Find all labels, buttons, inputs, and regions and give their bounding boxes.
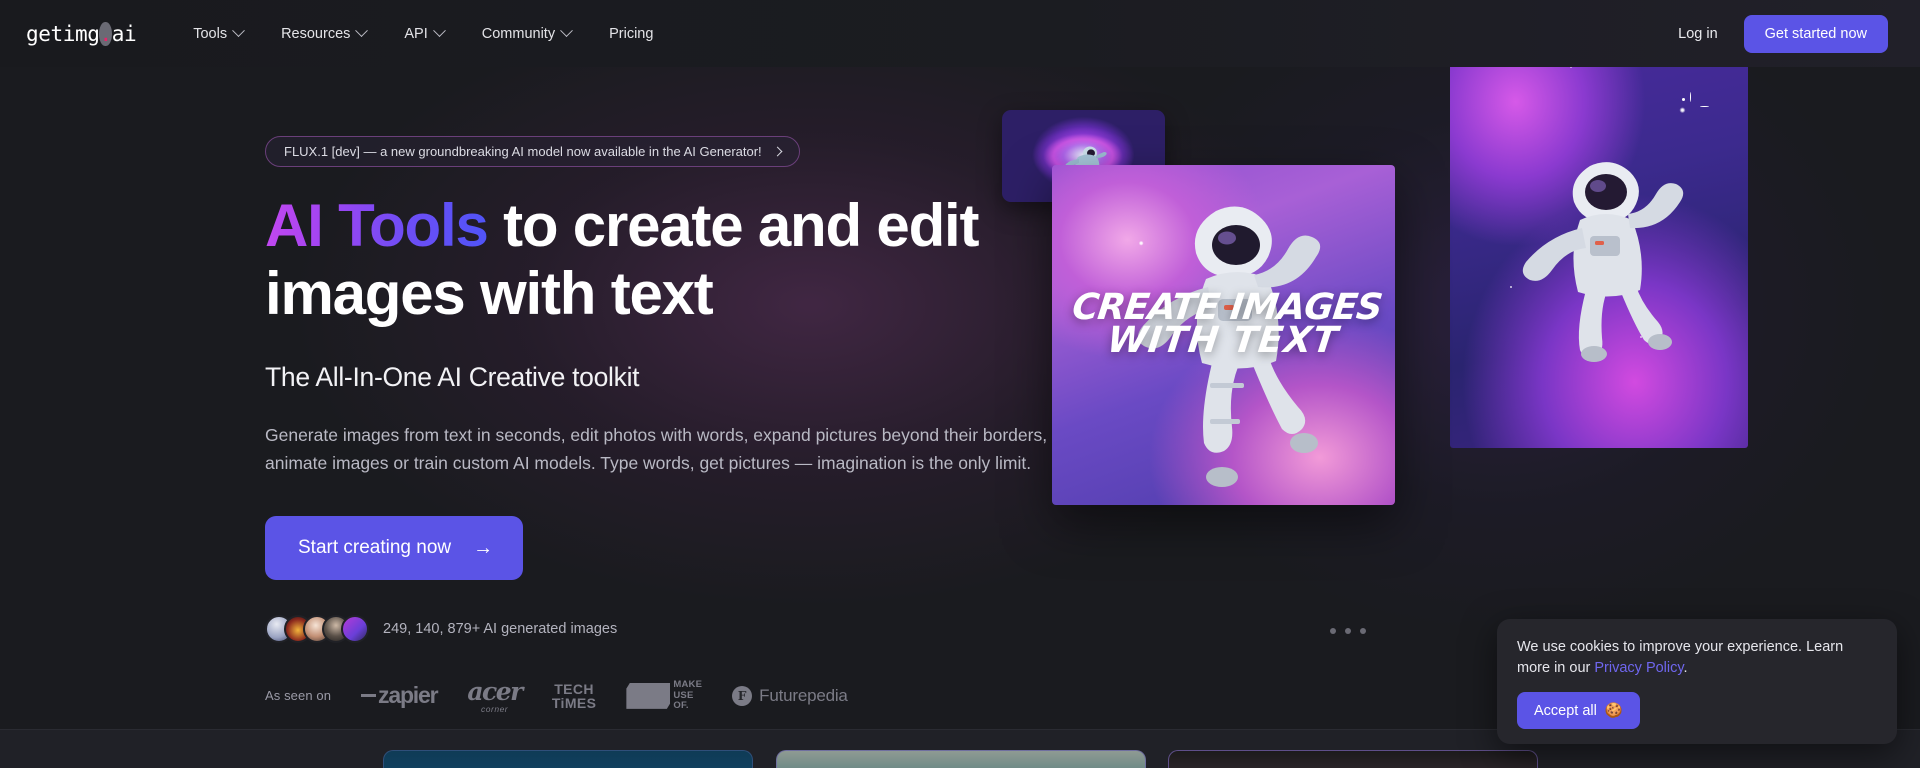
nav-item-pricing[interactable]: Pricing [590, 18, 672, 50]
nav-item-tools-label: Tools [193, 25, 228, 42]
nav-item-community-label: Community [481, 25, 556, 42]
login-link[interactable]: Log in [1664, 18, 1732, 50]
logo-dot: . [99, 21, 112, 46]
make-use-of-mark-icon [626, 682, 671, 709]
nav-item-resources-label: Resources [281, 25, 351, 42]
cookie-icon: 🍪 [1604, 703, 1623, 720]
logo-acer-sublabel: corner [481, 703, 509, 714]
nav-item-api[interactable]: API [385, 18, 462, 50]
logo-acer-label: acer [467, 676, 523, 706]
cookie-banner-text: We use cookies to improve your experienc… [1517, 637, 1877, 679]
privacy-policy-link[interactable]: Privacy Policy [1594, 660, 1683, 676]
chevron-right-icon [772, 146, 783, 157]
announcement-badge[interactable]: FLUX.1 [dev] — a new groundbreaking AI m… [265, 136, 800, 167]
start-creating-button[interactable]: Start creating now → [265, 515, 524, 580]
announcement-badge-label: FLUX.1 [dev] — a new groundbreaking AI m… [284, 144, 762, 159]
nav-item-pricing-label: Pricing [609, 25, 654, 42]
hero-description: Generate images from text in seconds, ed… [265, 424, 1048, 474]
logo-futurepedia-label: Futurepedia [759, 685, 848, 705]
feature-card-preview-3[interactable] [1168, 750, 1538, 768]
nav-item-tools[interactable]: Tools [174, 18, 262, 50]
logo-muo-line-1: MAKE [673, 678, 703, 690]
carousel-dot-3[interactable] [1360, 628, 1366, 634]
chevron-down-icon [432, 24, 446, 38]
cookie-consent-banner: We use cookies to improve your experienc… [1497, 619, 1897, 744]
carousel-dots[interactable] [1330, 628, 1366, 634]
page-title-highlight: AI Tools [265, 192, 489, 259]
nav-actions: Log in Get started now [1664, 14, 1896, 53]
feature-card-preview-2[interactable] [776, 750, 1146, 768]
chevron-down-icon [560, 24, 573, 38]
nav-links: Tools Resources API Community Pricing [174, 18, 672, 50]
logo-tech-times-line-2: TiMES [551, 694, 597, 711]
top-navigation-bar: getimg.ai Tools Resources API Community … [0, 0, 1920, 67]
nav-item-api-label: API [404, 25, 428, 42]
as-seen-on-label: As seen on [265, 688, 332, 704]
logo-muo-line-3: OF. [673, 700, 689, 712]
feature-card-preview-1[interactable] [383, 750, 753, 768]
hero-image-right[interactable] [1450, 36, 1748, 448]
site-logo[interactable]: getimg.ai [24, 21, 137, 46]
carousel-dot-2[interactable] [1345, 628, 1351, 634]
start-creating-label: Start creating now [298, 536, 452, 558]
logo-tech-times: TECH TiMES [551, 680, 597, 711]
logo-tech-times-line-1: TECH [554, 680, 594, 697]
social-proof: 249, 140, 879+ AI generated images [265, 614, 1105, 643]
astronaut-illustration-right [1522, 162, 1684, 362]
nav-item-community[interactable]: Community [463, 18, 590, 50]
carousel-dot-1[interactable] [1330, 628, 1336, 634]
as-seen-on-row: As seen on zapier acer corner TECH TiMES… [265, 679, 1105, 714]
page-subtitle: The All-In-One AI Creative toolkit [265, 361, 640, 392]
nav-item-resources[interactable]: Resources [262, 18, 385, 50]
logo-make-use-of: MAKE USE OF. [626, 678, 703, 712]
page-title: AI Tools to create and edit images with … [265, 192, 985, 328]
generated-images-count: 249, 140, 879+ AI generated images [383, 620, 618, 637]
cookie-text-after: . [1683, 660, 1688, 677]
get-started-button[interactable]: Get started now [1743, 14, 1888, 53]
chevron-down-icon [355, 24, 369, 38]
logo-name: getimg [26, 21, 100, 46]
logo-zapier: zapier [361, 682, 439, 709]
hero-caption-line-2: WITH TEXT [1105, 320, 1341, 362]
chevron-down-icon [232, 24, 245, 38]
avatar [341, 614, 369, 643]
arrow-right-icon: → [473, 536, 494, 559]
hero-image-center-caption: CREATE IMAGES WITH TEXT [1066, 287, 1384, 362]
logo-tld: ai [111, 21, 137, 46]
accept-all-label: Accept all [1534, 702, 1597, 719]
hero-text-column: FLUX.1 [dev] — a new groundbreaking AI m… [265, 0, 1105, 713]
logo-zapier-label: zapier [378, 682, 438, 709]
futurepedia-mark-icon: F [732, 685, 753, 706]
accept-all-cookies-button[interactable]: Accept all 🍪 [1517, 692, 1640, 730]
logo-acer-corner: acer corner [467, 676, 523, 714]
avatar-group [265, 614, 369, 643]
logo-futurepedia: F Futurepedia [732, 685, 848, 706]
